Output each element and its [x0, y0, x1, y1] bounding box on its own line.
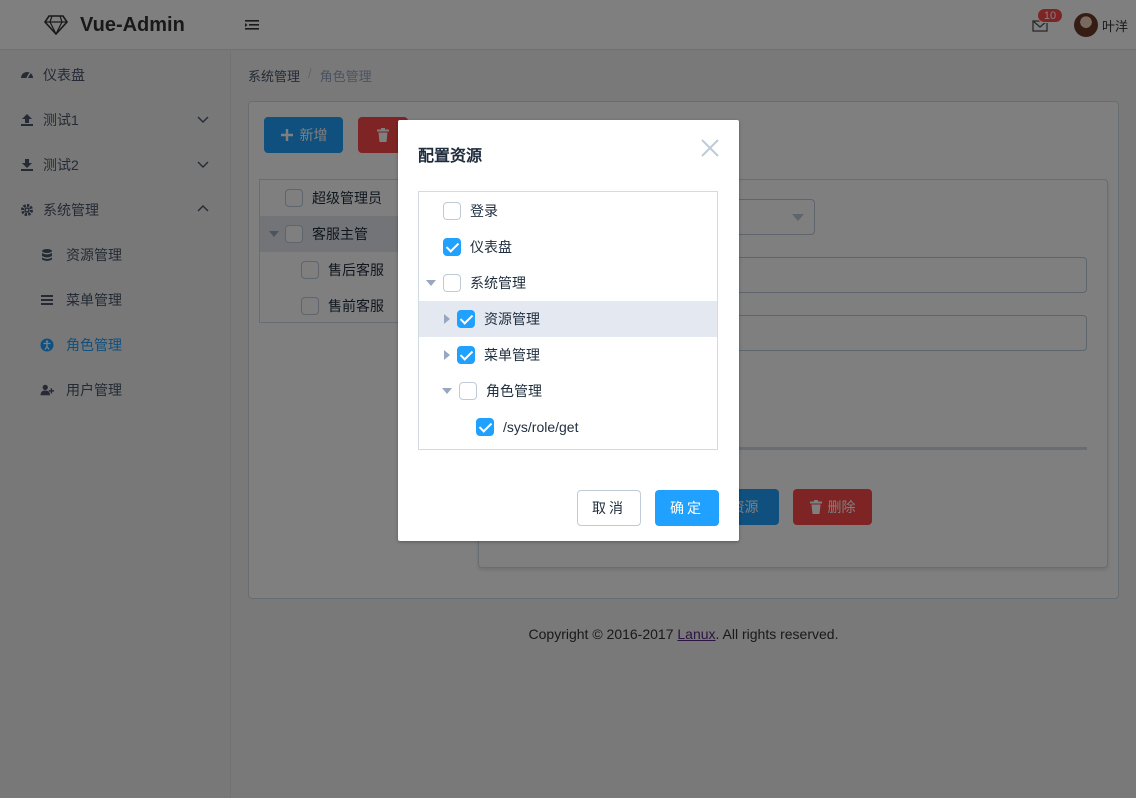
- tree-node-label: 系统管理: [470, 275, 526, 291]
- tree-node-label: /sys/role/get: [503, 419, 579, 435]
- tree-node[interactable]: 角色管理: [419, 373, 717, 409]
- tree-node[interactable]: 登录: [419, 193, 717, 229]
- checkbox[interactable]: [459, 382, 477, 400]
- tree-node-label: 角色管理: [486, 383, 542, 399]
- tree-node[interactable]: /sys/role/get: [419, 409, 717, 445]
- tree-node-label: 仪表盘: [470, 239, 512, 255]
- confirm-button[interactable]: 确定: [655, 490, 719, 526]
- close-icon[interactable]: [701, 139, 719, 157]
- checkbox[interactable]: [443, 238, 461, 256]
- caret-right-icon[interactable]: [444, 350, 450, 360]
- checkbox[interactable]: [443, 274, 461, 292]
- resource-tree: 登录 仪表盘 系统管理 资源管理 菜单管理 角色管理 /sys/role/get: [418, 191, 718, 450]
- tree-node[interactable]: 资源管理: [419, 301, 717, 337]
- tree-node-label: 菜单管理: [484, 347, 540, 363]
- config-resource-dialog: 配置资源 登录 仪表盘 系统管理 资源管理 菜单管理 角色管理 /sys/rol…: [398, 120, 739, 541]
- tree-node[interactable]: 菜单管理: [419, 337, 717, 373]
- tree-node[interactable]: 系统管理: [419, 265, 717, 301]
- caret-down-icon[interactable]: [442, 388, 452, 394]
- tree-node-label: 资源管理: [484, 311, 540, 327]
- tree-node[interactable]: 仪表盘: [419, 229, 717, 265]
- checkbox[interactable]: [457, 346, 475, 364]
- caret-right-icon[interactable]: [444, 314, 450, 324]
- tree-node-label: 登录: [470, 203, 498, 219]
- checkbox[interactable]: [457, 310, 475, 328]
- caret-down-icon[interactable]: [426, 280, 436, 286]
- checkbox[interactable]: [476, 418, 494, 436]
- cancel-button[interactable]: 取消: [577, 490, 641, 526]
- dialog-title: 配置资源: [418, 148, 483, 165]
- checkbox[interactable]: [443, 202, 461, 220]
